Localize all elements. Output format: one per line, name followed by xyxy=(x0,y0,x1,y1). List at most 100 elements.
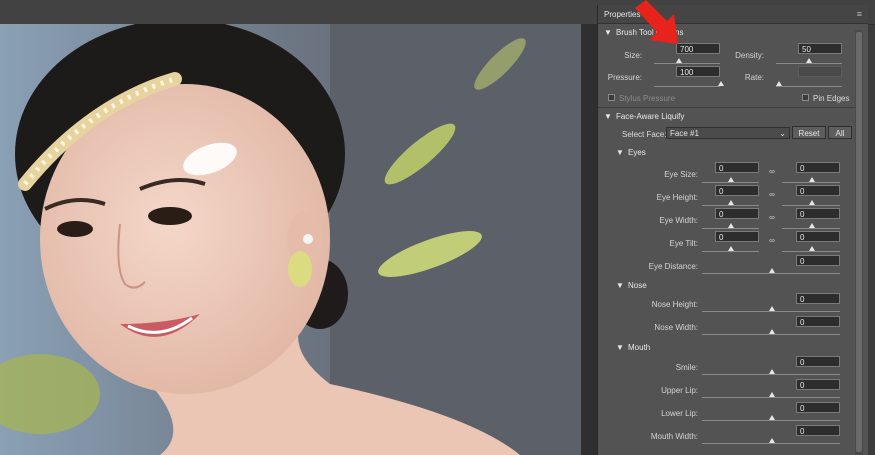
nose-height-track[interactable] xyxy=(702,311,840,312)
chevron-down-icon: ⌄ xyxy=(779,129,786,138)
stylus-pressure-label: Stylus Pressure xyxy=(619,94,676,103)
link-icon[interactable]: ∞ xyxy=(769,167,775,177)
properties-panel: Properties ≡ ▼ Brush Tool Options Size: … xyxy=(597,5,868,455)
link-icon[interactable]: ∞ xyxy=(769,190,775,200)
pin-edges-label: Pin Edges xyxy=(813,94,850,103)
eye-distance-track[interactable] xyxy=(702,273,840,274)
density-input[interactable]: 50 xyxy=(798,43,842,54)
lower-lip-input[interactable]: 0 xyxy=(796,402,840,413)
size-slider-track[interactable] xyxy=(654,63,720,64)
eye-size-left-input[interactable]: 0 xyxy=(715,162,759,173)
eye-size-right-handle[interactable] xyxy=(809,177,815,182)
eye-tilt-label: Eye Tilt: xyxy=(669,239,698,248)
eye-distance-input[interactable]: 0 xyxy=(796,255,840,266)
smile-input[interactable]: 0 xyxy=(796,356,840,367)
rate-input[interactable] xyxy=(798,66,842,77)
reset-button[interactable]: Reset xyxy=(792,126,826,139)
nose-height-label: Nose Height: xyxy=(651,300,698,309)
upper-lip-handle[interactable] xyxy=(769,392,775,397)
eye-tilt-right-handle[interactable] xyxy=(809,246,815,251)
link-icon[interactable]: ∞ xyxy=(769,213,775,223)
collapse-nose-icon[interactable]: ▼ xyxy=(616,281,624,290)
upper-lip-track[interactable] xyxy=(702,397,840,398)
eye-height-left-input[interactable]: 0 xyxy=(715,185,759,196)
pressure-slider-track[interactable] xyxy=(654,86,720,87)
eye-width-label: Eye Width: xyxy=(659,216,698,225)
pin-edges-checkbox[interactable] xyxy=(802,94,809,101)
eye-distance-handle[interactable] xyxy=(769,268,775,273)
eye-size-left-handle[interactable] xyxy=(728,177,734,182)
select-face-value: Face #1 xyxy=(670,129,699,138)
rate-label: Rate: xyxy=(744,73,764,82)
collapse-face-aware-icon[interactable]: ▼ xyxy=(604,112,612,121)
upper-lip-label: Upper Lip: xyxy=(661,386,698,395)
rate-slider-track[interactable] xyxy=(776,86,842,87)
pressure-label: Pressure: xyxy=(607,73,642,82)
eye-size-right-input[interactable]: 0 xyxy=(796,162,840,173)
select-face-dropdown[interactable]: Face #1 ⌄ xyxy=(666,127,790,139)
link-icon[interactable]: ∞ xyxy=(769,236,775,246)
smile-handle[interactable] xyxy=(769,369,775,374)
density-slider-track[interactable] xyxy=(776,63,842,64)
eye-height-left-track[interactable] xyxy=(702,205,759,206)
collapse-eyes-icon[interactable]: ▼ xyxy=(616,148,624,157)
density-label: Density: xyxy=(735,51,764,60)
panel-menu-icon[interactable]: ≡ xyxy=(857,9,862,19)
eye-height-left-handle[interactable] xyxy=(728,200,734,205)
eye-height-label: Eye Height: xyxy=(656,193,698,202)
eye-distance-label: Eye Distance: xyxy=(648,262,698,271)
upper-lip-input[interactable]: 0 xyxy=(796,379,840,390)
eye-width-right-handle[interactable] xyxy=(809,223,815,228)
face-aware-header: Face-Aware Liquify xyxy=(616,112,685,121)
lower-lip-track[interactable] xyxy=(702,420,840,421)
eyes-header: Eyes xyxy=(628,148,646,157)
density-slider-handle[interactable] xyxy=(806,58,812,63)
photo-canvas[interactable] xyxy=(0,24,581,455)
size-label: Size: xyxy=(624,51,642,60)
mouth-width-track[interactable] xyxy=(702,443,840,444)
nose-width-label: Nose Width: xyxy=(654,323,698,332)
rate-slider-handle[interactable] xyxy=(776,81,782,86)
eye-height-right-input[interactable]: 0 xyxy=(796,185,840,196)
select-face-label: Select Face: xyxy=(622,130,667,139)
mouth-width-handle[interactable] xyxy=(769,438,775,443)
scrollbar-thumb[interactable] xyxy=(856,32,862,452)
red-arrow-icon xyxy=(635,0,678,44)
collapse-brush-options-icon[interactable]: ▼ xyxy=(604,28,612,37)
collapse-mouth-icon[interactable]: ▼ xyxy=(616,343,624,352)
smile-label: Smile: xyxy=(675,363,698,372)
eye-tilt-right-input[interactable]: 0 xyxy=(796,231,840,242)
eye-tilt-left-handle[interactable] xyxy=(728,246,734,251)
panel-scrollbar[interactable] xyxy=(855,30,863,455)
nose-header: Nose xyxy=(628,281,647,290)
stylus-pressure-checkbox[interactable] xyxy=(608,94,615,101)
eye-width-right-track[interactable] xyxy=(782,228,840,229)
eye-tilt-left-input[interactable]: 0 xyxy=(715,231,759,242)
lower-lip-handle[interactable] xyxy=(769,415,775,420)
mouth-width-input[interactable]: 0 xyxy=(796,425,840,436)
eye-width-left-track[interactable] xyxy=(702,228,759,229)
eye-size-right-track[interactable] xyxy=(782,182,840,183)
all-button[interactable]: All xyxy=(828,126,852,139)
nose-width-handle[interactable] xyxy=(769,329,775,334)
portrait-photo xyxy=(0,24,581,455)
nose-width-input[interactable]: 0 xyxy=(796,316,840,327)
nose-height-handle[interactable] xyxy=(769,306,775,311)
eye-size-left-track[interactable] xyxy=(702,182,759,183)
eye-width-left-handle[interactable] xyxy=(728,223,734,228)
smile-track[interactable] xyxy=(702,374,840,375)
eye-size-label: Eye Size: xyxy=(664,170,698,179)
eye-tilt-left-track[interactable] xyxy=(702,251,759,252)
eye-width-right-input[interactable]: 0 xyxy=(796,208,840,219)
mouth-header: Mouth xyxy=(628,343,651,352)
mouth-width-label: Mouth Width: xyxy=(650,432,698,441)
nose-height-input[interactable]: 0 xyxy=(796,293,840,304)
eye-height-right-handle[interactable] xyxy=(809,200,815,205)
lower-lip-label: Lower Lip: xyxy=(661,409,698,418)
eye-width-left-input[interactable]: 0 xyxy=(715,208,759,219)
section-divider xyxy=(598,107,858,108)
eye-tilt-right-track[interactable] xyxy=(782,251,840,252)
panel-gutter xyxy=(581,24,597,455)
nose-width-track[interactable] xyxy=(702,334,840,335)
eye-height-right-track[interactable] xyxy=(782,205,840,206)
